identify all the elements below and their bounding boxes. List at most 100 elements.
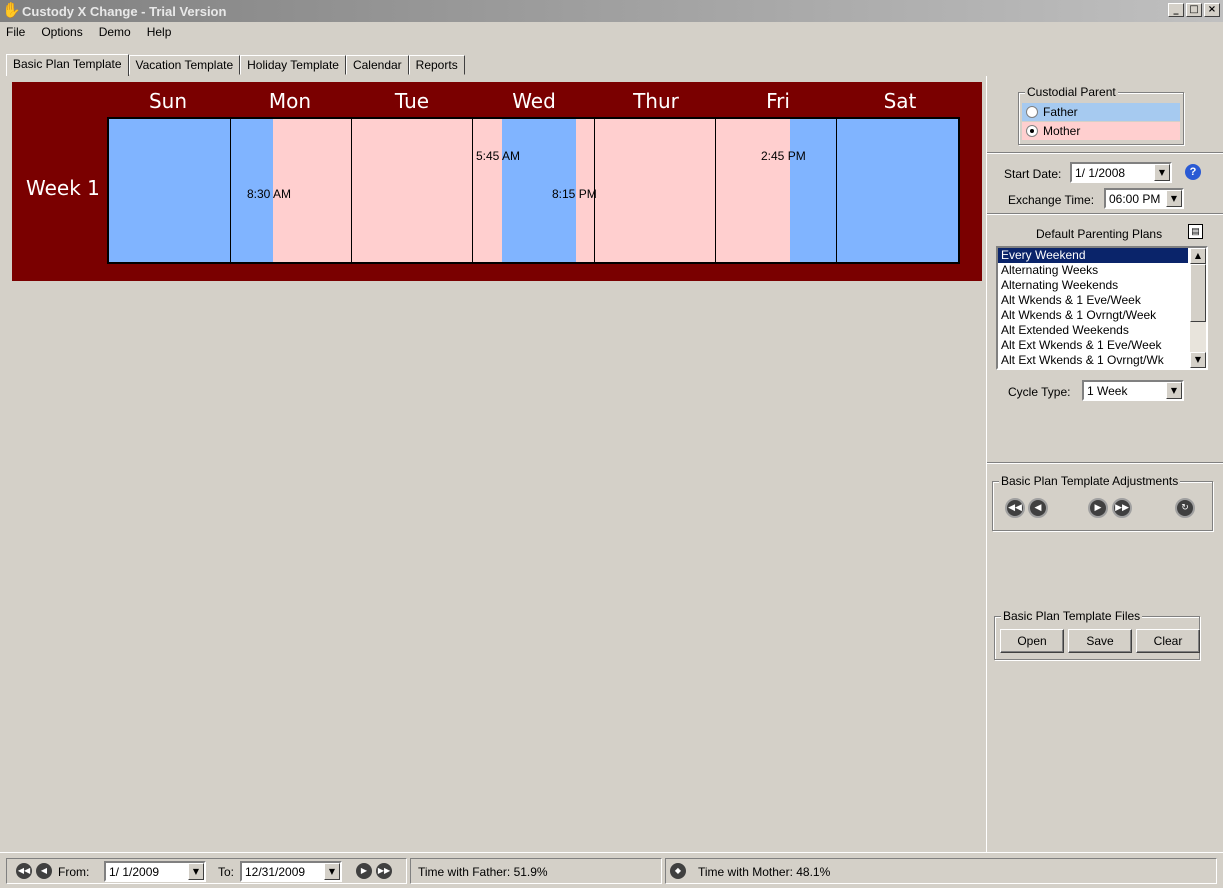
- rewind-fast-icon[interactable]: ◀◀: [1005, 498, 1025, 518]
- sidebar-separator: [987, 462, 1223, 464]
- app-window: ✋ Custody X Change - Trial Version _ □ ×…: [0, 0, 1223, 888]
- weekly-plan-panel: Sun Mon Tue Wed Thur Fri Sat Week 1 8:30…: [12, 82, 982, 281]
- parenting-plans-list[interactable]: Every Weekend Alternating Weeks Alternat…: [996, 246, 1208, 370]
- exchange-label-wed-start: 5:45 AM: [476, 149, 521, 163]
- print-icon[interactable]: ▤: [1188, 224, 1203, 239]
- menu-help[interactable]: Help: [141, 25, 182, 39]
- radio-mother-circle[interactable]: [1026, 125, 1038, 137]
- list-item[interactable]: Alt Ext Wkends & 1 Eve/Week: [998, 338, 1188, 353]
- menu-options[interactable]: Options: [35, 25, 92, 39]
- rewind-fast-icon[interactable]: ◀◀: [16, 863, 32, 879]
- list-item[interactable]: Every Weekend: [998, 248, 1188, 263]
- forward-icon[interactable]: ▶: [356, 863, 372, 879]
- radio-father[interactable]: Father: [1022, 103, 1180, 121]
- day-divider: [351, 119, 352, 262]
- day-header-sun: Sun: [148, 89, 188, 113]
- scroll-down-icon[interactable]: ▼: [1190, 352, 1206, 368]
- sidebar-separator: [987, 213, 1223, 215]
- title-bar: ✋ Custody X Change - Trial Version _ □ ×: [0, 0, 1223, 22]
- chevron-down-icon[interactable]: ▼: [1166, 382, 1182, 399]
- hand-icon: ✋: [2, 2, 21, 19]
- exchange-time-value: 06:00 PM: [1109, 191, 1161, 206]
- tab-reports[interactable]: Reports: [408, 55, 465, 75]
- scroll-thumb[interactable]: [1190, 264, 1206, 322]
- father-segment-fri-sat[interactable]: [790, 119, 958, 262]
- list-item[interactable]: Alt Ext Wkends & 1 Ovrngt/Wk: [998, 353, 1188, 368]
- files-legend: Basic Plan Template Files: [1001, 609, 1143, 623]
- tab-calendar[interactable]: Calendar: [345, 55, 409, 75]
- custodial-parent-legend: Custodial Parent: [1025, 85, 1118, 99]
- cycle-type-label: Cycle Type:: [1008, 385, 1071, 399]
- list-scrollbar[interactable]: ▲ ▼: [1190, 248, 1206, 368]
- menu-file[interactable]: File: [0, 25, 35, 39]
- day-header-sat: Sat: [883, 89, 917, 113]
- day-header-thur: Thur: [633, 89, 679, 113]
- tab-strip: Basic Plan Template Vacation Template Ho…: [6, 53, 465, 76]
- from-date-value: 1/ 1/2009: [109, 864, 160, 879]
- chevron-down-icon[interactable]: ▼: [188, 863, 204, 880]
- father-time-status: Time with Father: 51.9%: [418, 865, 548, 879]
- to-date-value: 12/31/2009: [245, 864, 306, 879]
- refresh-icon[interactable]: ↻: [1175, 498, 1195, 518]
- tab-holiday-template[interactable]: Holiday Template: [240, 55, 346, 75]
- restore-button[interactable]: □: [1186, 3, 1202, 17]
- day-header-wed: Wed: [512, 89, 556, 113]
- to-label: To:: [218, 865, 235, 879]
- list-item[interactable]: Alt Wkends & 1 Eve/Week: [998, 293, 1188, 308]
- close-button[interactable]: ×: [1204, 3, 1220, 17]
- from-date-picker[interactable]: 1/ 1/2009 ▼: [104, 861, 206, 882]
- open-button[interactable]: Open: [1000, 629, 1064, 653]
- exchange-label-mon: 8:30 AM: [247, 187, 292, 201]
- window-controls: _ □ ×: [1168, 3, 1220, 17]
- exchange-label-wed-end: 8:15 PM: [552, 187, 597, 201]
- day-header-mon: Mon: [268, 89, 312, 113]
- cycle-type-value: 1 Week: [1087, 383, 1128, 398]
- minimize-button[interactable]: _: [1168, 3, 1184, 17]
- list-item[interactable]: Alternating Weeks: [998, 263, 1188, 278]
- radio-mother-label: Mother: [1043, 124, 1081, 138]
- rewind-icon[interactable]: ◀: [36, 863, 52, 879]
- toggle-icon[interactable]: ◆: [670, 863, 686, 879]
- to-date-picker[interactable]: 12/31/2009 ▼: [240, 861, 342, 882]
- week-label: Week 1: [26, 176, 100, 200]
- custodial-parent-group: Custodial Parent Father Mother: [1018, 85, 1184, 145]
- clear-button[interactable]: Clear: [1136, 629, 1200, 653]
- forward-fast-icon[interactable]: ▶▶: [1112, 498, 1132, 518]
- start-date-label: Start Date:: [1004, 167, 1062, 181]
- cycle-type-select[interactable]: 1 Week ▼: [1082, 380, 1184, 401]
- adjustments-legend: Basic Plan Template Adjustments: [999, 474, 1181, 488]
- rewind-icon[interactable]: ◀: [1028, 498, 1048, 518]
- radio-father-circle[interactable]: [1026, 106, 1038, 118]
- menu-bar: File Options Demo Help: [0, 22, 181, 42]
- start-date-value: 1/ 1/2008: [1075, 165, 1126, 180]
- start-date-picker[interactable]: 1/ 1/2008 ▼: [1070, 162, 1172, 183]
- mother-time-status: Time with Mother: 48.1%: [698, 865, 831, 879]
- list-item[interactable]: Alt Wkends & 1 Ovrngt/Week: [998, 308, 1188, 323]
- radio-mother[interactable]: Mother: [1022, 122, 1180, 140]
- forward-fast-icon[interactable]: ▶▶: [376, 863, 392, 879]
- save-button[interactable]: Save: [1068, 629, 1132, 653]
- parenting-plans-title: Default Parenting Plans: [1036, 227, 1163, 241]
- schedule-grid[interactable]: 8:30 AM 5:45 AM 8:15 PM 2:45 PM: [107, 117, 960, 264]
- scroll-up-icon[interactable]: ▲: [1190, 248, 1206, 264]
- tab-basic-plan-template[interactable]: Basic Plan Template: [6, 54, 129, 76]
- day-divider: [472, 119, 473, 262]
- chevron-down-icon[interactable]: ▼: [1166, 190, 1182, 207]
- from-label: From:: [58, 865, 90, 879]
- exchange-label-fri: 2:45 PM: [761, 149, 806, 163]
- tab-vacation-template[interactable]: Vacation Template: [128, 55, 241, 75]
- day-header-tue: Tue: [394, 89, 430, 113]
- chevron-down-icon[interactable]: ▼: [1154, 164, 1170, 181]
- day-header-fri: Fri: [766, 89, 790, 113]
- sidebar-separator: [987, 152, 1223, 154]
- list-item[interactable]: Alt Extended Weekends: [998, 323, 1188, 338]
- day-divider: [230, 119, 231, 262]
- radio-father-label: Father: [1043, 105, 1078, 119]
- menu-demo[interactable]: Demo: [93, 25, 141, 39]
- list-item[interactable]: Alternating Weekends: [998, 278, 1188, 293]
- forward-icon[interactable]: ▶: [1088, 498, 1108, 518]
- exchange-time-picker[interactable]: 06:00 PM ▼: [1104, 188, 1184, 209]
- help-icon[interactable]: ?: [1185, 164, 1201, 180]
- chevron-down-icon[interactable]: ▼: [324, 863, 340, 880]
- day-divider: [836, 119, 837, 262]
